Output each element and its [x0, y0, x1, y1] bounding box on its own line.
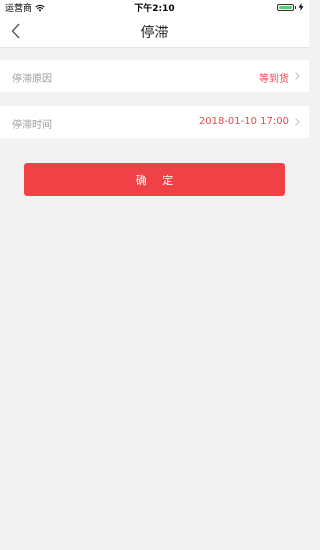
stall-reason-label: 停滞原因 [12, 74, 52, 85]
stall-reason-value: 等到货 [259, 74, 289, 85]
chevron-right-icon [295, 118, 300, 126]
stall-time-row[interactable]: 停滞时间 2018-01-10 17:00 [0, 106, 309, 138]
page-title: 停滞 [140, 25, 169, 41]
battery-indicator [277, 3, 304, 11]
confirm-button[interactable]: 确 定 [24, 163, 285, 196]
stall-time-value: 2018-01-10 17:00 [198, 116, 289, 127]
screen: 运营商 下午2:10 停滞 停滞原因 等到货 停滞时间 2018-01-10 1… [0, 0, 309, 550]
chevron-right-icon [295, 72, 300, 80]
battery-tip [295, 5, 296, 9]
nav-bar: 停滞 [0, 14, 309, 48]
battery-fill [279, 5, 292, 9]
status-bar: 运营商 下午2:10 [0, 0, 309, 14]
stall-time-label: 停滞时间 [12, 120, 52, 131]
stall-reason-row[interactable]: 停滞原因 等到货 [0, 60, 309, 92]
charging-icon [298, 3, 304, 11]
status-time: 下午2:10 [134, 4, 175, 14]
battery-icon [277, 3, 294, 11]
